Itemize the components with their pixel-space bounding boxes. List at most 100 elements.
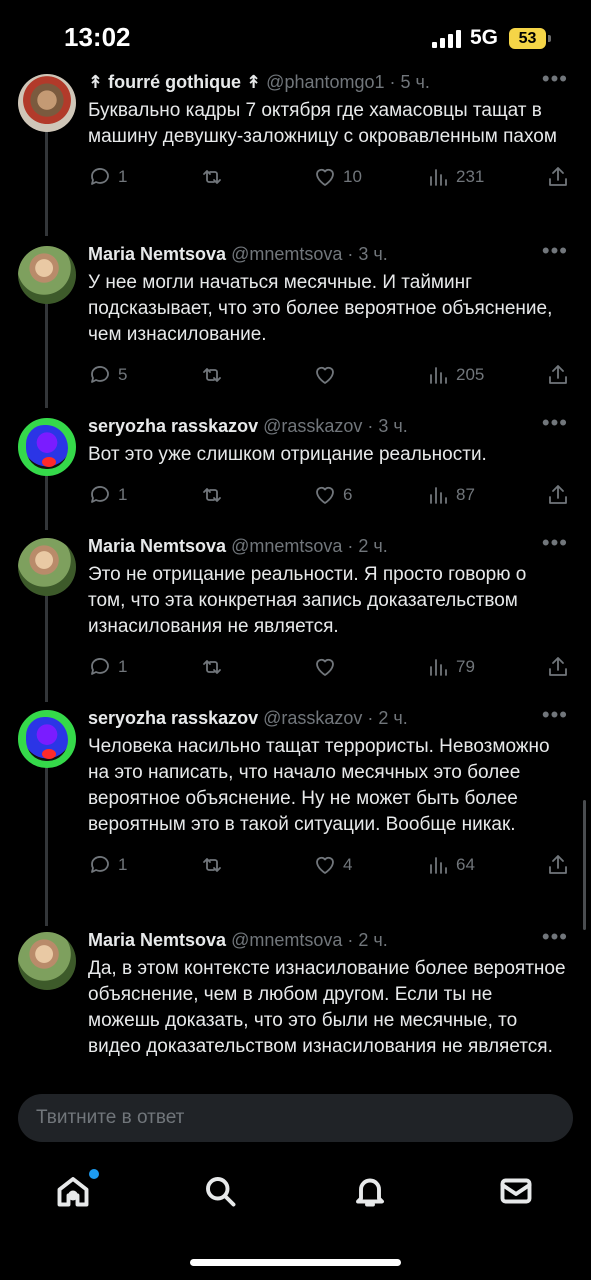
reply-button[interactable]: 1 [88,162,127,192]
views-icon [430,169,447,186]
share-button[interactable] [546,360,570,390]
reply-count: 1 [118,485,128,504]
tweet-text: У нее могли начаться месячные. И тайминг… [88,272,553,345]
author-name[interactable]: seryozha rasskazov [88,708,258,728]
avatar[interactable] [18,710,76,768]
share-icon [549,485,567,504]
like-button[interactable]: 6 [313,480,352,510]
views-icon [430,659,447,676]
retweet-button[interactable] [200,850,230,880]
like-count: 4 [343,855,353,874]
tweet-text: Буквально кадры 7 октября где хамасовцы … [88,100,557,147]
tab-notifications[interactable] [352,1173,392,1213]
avatar[interactable] [18,74,76,132]
reply-button[interactable]: 5 [88,360,127,390]
author-handle[interactable]: @mnemtsova · 2 ч. [231,536,388,556]
tweet-text: Вот это уже слишком отрицание реальности… [88,444,487,465]
retweet-button[interactable] [200,162,230,192]
tab-home[interactable] [55,1169,99,1213]
reply-count: 1 [118,855,128,874]
tweet-header: Maria Nemtsova @mnemtsova · 2 ч. ••• [88,924,568,956]
reply-icon [91,366,109,383]
retweet-icon [203,368,221,382]
author-name[interactable]: Maria Nemtsova [88,244,226,264]
tab-messages[interactable] [498,1173,538,1213]
reply-input[interactable] [18,1094,573,1142]
like-button[interactable] [313,360,343,390]
more-options-icon[interactable]: ••• [542,410,568,436]
heart-icon [316,856,334,874]
reply-button[interactable]: 1 [88,850,127,880]
views-button[interactable]: 231 [426,162,484,192]
author-name[interactable]: seryozha rasskazov [88,416,258,436]
more-options-icon[interactable]: ••• [542,702,568,728]
more-options-icon[interactable]: ••• [542,530,568,556]
tweet-actions: 1 6 87 [88,480,568,510]
home-indicator[interactable] [190,1259,401,1266]
heart-icon [316,366,334,384]
views-icon [430,487,447,504]
like-button[interactable]: 10 [313,162,362,192]
views-icon [430,857,447,874]
author-name[interactable]: Maria Nemtsova [88,536,226,556]
new-content-dot [89,1169,99,1179]
thread-line [45,300,48,408]
author-handle[interactable]: @rasskazov · 3 ч. [263,416,408,436]
tab-search[interactable] [202,1173,242,1213]
avatar[interactable] [18,538,76,596]
share-button[interactable] [546,162,570,192]
like-count: 10 [343,167,362,186]
tweet-header: ↟ fourré gothique ↟ @phantomgo1 · 5 ч. •… [88,72,568,98]
views-button[interactable]: 64 [426,850,475,880]
heart-icon [316,168,334,186]
share-button[interactable] [546,850,570,880]
tweet-header: Maria Nemtsova @mnemtsova · 3 ч. ••• [88,238,568,270]
thread-line [45,128,48,236]
reply-bar[interactable] [18,1094,573,1142]
tweet-header: Maria Nemtsova @mnemtsova · 2 ч. ••• [88,530,568,562]
share-icon [549,167,567,186]
retweet-icon [203,488,221,502]
bell-icon [356,1178,384,1207]
reply-button[interactable]: 1 [88,652,127,682]
retweet-button[interactable] [200,360,230,390]
more-options-icon[interactable]: ••• [542,72,568,92]
retweet-button[interactable] [200,480,230,510]
share-button[interactable] [546,480,570,510]
scrollbar[interactable] [583,800,586,930]
reply-count: 5 [118,365,128,384]
avatar[interactable] [18,246,76,304]
reply-button[interactable]: 1 [88,480,127,510]
views-button[interactable]: 79 [426,652,475,682]
retweet-button[interactable] [200,652,230,682]
network-type: 5G [470,26,499,49]
author-name[interactable]: ↟ fourré gothique ↟ [88,72,261,92]
status-time: 13:02 [64,22,131,52]
thread-line [45,474,48,530]
share-button[interactable] [546,652,570,682]
more-options-icon[interactable]: ••• [542,238,568,264]
avatar[interactable] [18,932,76,990]
search-icon [206,1177,236,1207]
more-options-icon[interactable]: ••• [542,924,568,950]
like-count: 6 [343,485,353,504]
like-button[interactable] [313,652,343,682]
author-name[interactable]: Maria Nemtsova [88,930,226,950]
author-handle[interactable]: @mnemtsova · 3 ч. [231,244,388,264]
views-button[interactable]: 87 [426,480,475,510]
author-handle[interactable]: @phantomgo1 · 5 ч. [266,72,430,92]
reply-icon [91,856,109,873]
views-button[interactable]: 205 [426,360,484,390]
thread[interactable]: ↟ fourré gothique ↟ @phantomgo1 · 5 ч. •… [0,72,591,1082]
author-handle[interactable]: @rasskazov · 2 ч. [263,708,408,728]
views-icon [430,367,447,384]
like-button[interactable]: 4 [313,850,352,880]
battery-icon: 53 [509,28,546,49]
tweet-text: Это не отрицание реальности. Я просто го… [88,564,527,637]
avatar[interactable] [18,418,76,476]
author-handle[interactable]: @mnemtsova · 2 ч. [231,930,388,950]
tweet-text: Человека насильно тащат террористы. Нево… [88,736,550,835]
tweet-actions: 1 79 [88,652,568,682]
home-icon [57,1177,89,1207]
thread-line [45,594,48,702]
